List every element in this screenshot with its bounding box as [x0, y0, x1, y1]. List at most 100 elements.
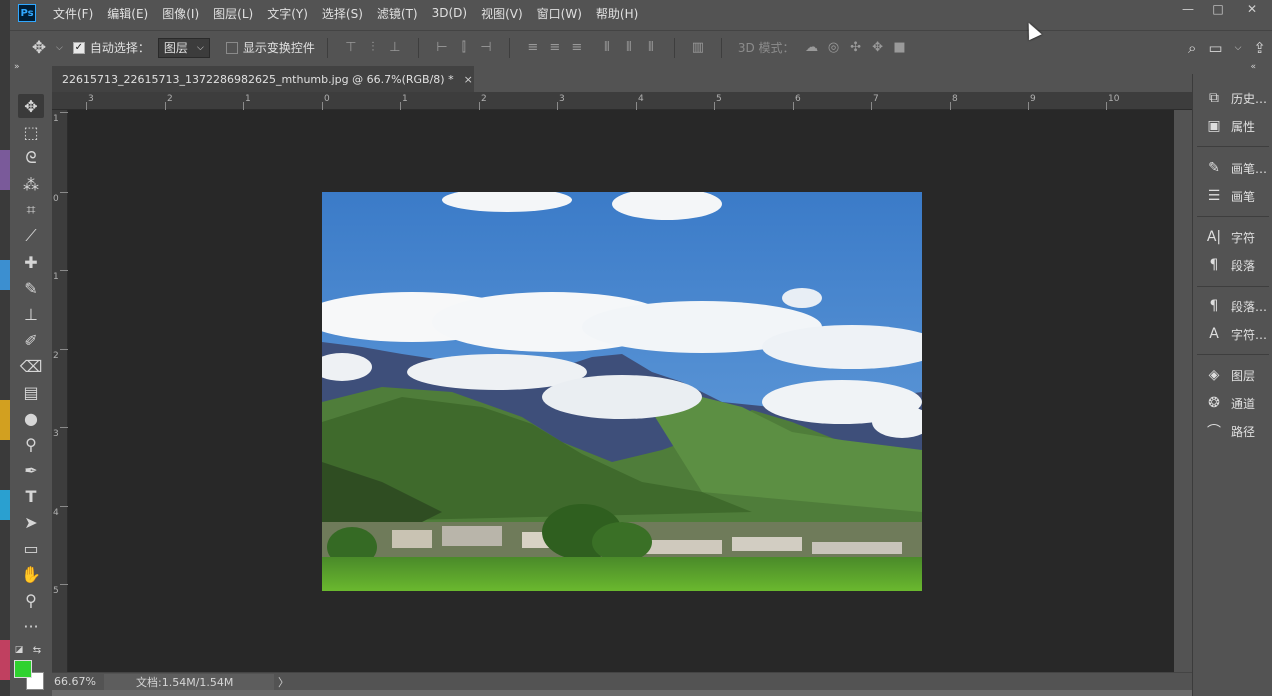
- panel-paragraph-styles[interactable]: ¶ 段落…: [1203, 294, 1267, 318]
- auto-select-checkbox[interactable]: ✓: [72, 41, 85, 54]
- show-transform-label: 显示变换控件: [242, 41, 315, 55]
- status-menu-arrow-icon[interactable]: 〉: [278, 674, 289, 690]
- marquee-tool-icon[interactable]: ⬚: [18, 120, 44, 144]
- 3d-orbit-icon[interactable]: ☁: [801, 38, 823, 58]
- menu-window[interactable]: 窗口(W): [530, 5, 589, 22]
- menu-filter[interactable]: 滤镜(T): [370, 5, 425, 22]
- menu-select[interactable]: 选择(S): [315, 5, 370, 22]
- ruler-tick-label: 2: [481, 94, 487, 104]
- panel-properties[interactable]: ▣ 属性: [1203, 114, 1267, 138]
- character-icon: A|: [1206, 229, 1222, 245]
- close-window-button[interactable]: ✕: [1238, 0, 1266, 20]
- panel-label: 图层: [1231, 368, 1256, 383]
- path-selection-tool-icon[interactable]: ➤: [18, 510, 44, 534]
- default-colors-icon[interactable]: ◪: [12, 638, 26, 662]
- distribute-hcenter-icon[interactable]: ⦀: [618, 38, 640, 58]
- photoshop-logo-icon[interactable]: Ps: [18, 4, 36, 22]
- menu-file[interactable]: 文件(F): [46, 5, 100, 22]
- align-horizontal-center-icon[interactable]: ⫿: [453, 38, 475, 58]
- rectangle-tool-icon[interactable]: ▭: [18, 536, 44, 560]
- swap-colors-icon[interactable]: ⇆: [30, 638, 44, 662]
- eyedropper-tool-icon[interactable]: ⟋: [18, 224, 44, 248]
- history-brush-tool-icon[interactable]: ✐: [18, 328, 44, 352]
- vertical-scrollbar[interactable]: [1174, 110, 1192, 672]
- zoom-tool-icon[interactable]: ⚲: [18, 588, 44, 612]
- expand-toolbar-icon[interactable]: »: [14, 62, 20, 72]
- foreground-color-swatch[interactable]: [14, 660, 32, 678]
- close-tab-icon[interactable]: ×: [464, 73, 473, 86]
- chevron-down-icon[interactable]: ⌵: [1235, 43, 1242, 53]
- horizontal-ruler[interactable]: 3 2 1 0 1 2 3 4 5 6 7 8 9 10: [52, 92, 1192, 110]
- gradient-tool-icon[interactable]: ▤: [18, 380, 44, 404]
- workspace-icon[interactable]: ▭: [1208, 39, 1222, 57]
- menu-image[interactable]: 图像(I): [155, 5, 206, 22]
- 3d-scale-icon[interactable]: ■: [889, 38, 911, 58]
- menu-edit[interactable]: 编辑(E): [100, 5, 155, 22]
- ruler-tick-label: 4: [53, 508, 59, 518]
- align-vertical-center-icon[interactable]: ⫶: [362, 38, 384, 58]
- menu-3d[interactable]: 3D(D): [425, 6, 474, 20]
- document-canvas[interactable]: [68, 110, 1174, 672]
- ruler-tick-label: 1: [53, 272, 59, 282]
- panel-history[interactable]: ⧉ 历史…: [1203, 86, 1267, 110]
- clone-stamp-tool-icon[interactable]: ⊥: [18, 302, 44, 326]
- auto-select-target-select[interactable]: 图层 ⌵: [157, 37, 210, 58]
- move-tool-preset-icon[interactable]: ✥: [22, 31, 56, 65]
- more-tools-icon[interactable]: ···: [18, 614, 44, 638]
- pen-tool-icon[interactable]: ✒: [18, 458, 44, 482]
- zoom-level[interactable]: 66.67%: [52, 675, 104, 688]
- chevron-down-icon[interactable]: ⌵: [56, 43, 63, 53]
- brush-tool-icon[interactable]: ✎: [18, 276, 44, 300]
- menu-layer[interactable]: 图层(L): [206, 5, 260, 22]
- panel-character[interactable]: A| 字符: [1203, 225, 1267, 249]
- align-left-icon[interactable]: ⊢: [431, 38, 453, 58]
- align-right-icon[interactable]: ⊣: [475, 38, 497, 58]
- show-transform-checkbox[interactable]: [225, 41, 238, 54]
- 3d-pan-icon[interactable]: ✣: [845, 38, 867, 58]
- divider: [417, 37, 419, 58]
- distribute-top-icon[interactable]: ≡: [522, 38, 544, 58]
- panel-paths[interactable]: ⌒ 路径: [1203, 419, 1267, 443]
- divider: [720, 37, 722, 58]
- options-bar: ✥ ⌵ ✓ 自动选择： 图层 ⌵ 显示变换控件 ⊤ ⫶ ⊥ ⊢ ⫿ ⊣ ≡ ≡ …: [10, 30, 1272, 64]
- distribute-right-icon[interactable]: ⦀: [640, 38, 662, 58]
- 3d-slide-icon[interactable]: ✥: [867, 38, 889, 58]
- align-top-icon[interactable]: ⊤: [340, 38, 362, 58]
- panel-brush-settings[interactable]: ✎ 画笔…: [1203, 156, 1267, 180]
- document-tab[interactable]: 22615713_22615713_1372286982625_mthumb.j…: [52, 66, 474, 92]
- chevron-down-icon: ⌵: [197, 42, 204, 53]
- minimize-button[interactable]: —: [1174, 0, 1202, 20]
- align-bottom-icon[interactable]: ⊥: [384, 38, 406, 58]
- menu-help[interactable]: 帮助(H): [589, 5, 645, 22]
- auto-align-icon[interactable]: ▥: [687, 38, 709, 58]
- dodge-tool-icon[interactable]: ⚲: [18, 432, 44, 456]
- maximize-button[interactable]: □: [1204, 0, 1232, 20]
- panel-label: 画笔: [1231, 189, 1256, 204]
- panel-layers[interactable]: ◈ 图层: [1203, 363, 1267, 387]
- vertical-ruler[interactable]: 1 0 1 2 3 4 5: [52, 110, 68, 672]
- distribute-vcenter-icon[interactable]: ≡: [544, 38, 566, 58]
- crop-tool-icon[interactable]: ⌗: [18, 198, 44, 222]
- blur-tool-icon[interactable]: ●: [18, 406, 44, 430]
- type-tool-icon[interactable]: T: [18, 484, 44, 508]
- collapse-panels-icon[interactable]: «: [1250, 62, 1256, 72]
- panel-brush[interactable]: ☰ 画笔: [1203, 184, 1267, 208]
- healing-brush-tool-icon[interactable]: ✚: [18, 250, 44, 274]
- lasso-tool-icon[interactable]: ᘓ: [18, 146, 44, 170]
- panel-character-styles[interactable]: A 字符…: [1203, 322, 1267, 346]
- distribute-bottom-icon[interactable]: ≡: [566, 38, 588, 58]
- panel-label: 段落…: [1230, 299, 1267, 314]
- distribute-left-icon[interactable]: ⦀: [596, 38, 618, 58]
- search-icon[interactable]: ⌕: [1188, 39, 1196, 57]
- menu-type[interactable]: 文字(Y): [260, 5, 315, 22]
- panel-channels[interactable]: ❂ 通道: [1203, 391, 1267, 415]
- landscape-photo[interactable]: [322, 192, 922, 591]
- menu-view[interactable]: 视图(V): [474, 5, 530, 22]
- move-tool-icon[interactable]: ✥: [18, 94, 44, 118]
- eraser-tool-icon[interactable]: ⌫: [18, 354, 44, 378]
- panel-paragraph[interactable]: ¶ 段落: [1203, 253, 1267, 277]
- share-icon[interactable]: ⇪: [1253, 39, 1266, 57]
- 3d-roll-icon[interactable]: ◎: [823, 38, 845, 58]
- hand-tool-icon[interactable]: ✋: [18, 562, 44, 586]
- magic-wand-tool-icon[interactable]: ⁂: [18, 172, 44, 196]
